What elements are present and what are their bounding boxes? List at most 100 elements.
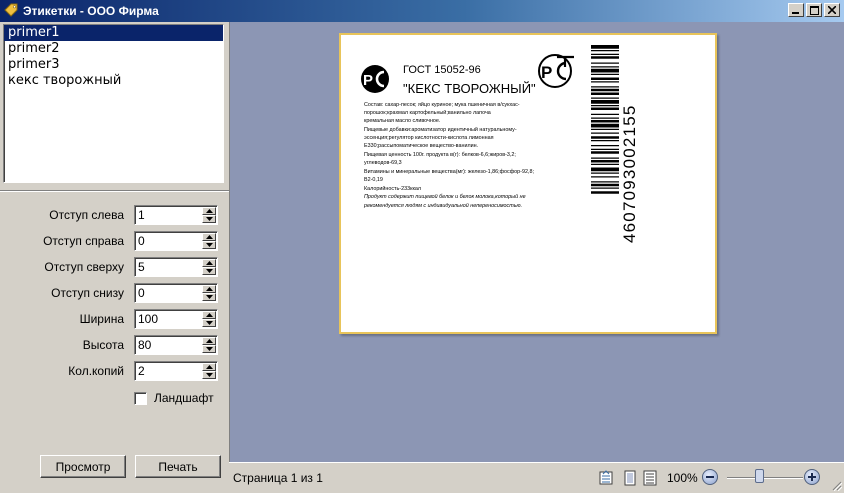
barcode-bar bbox=[591, 62, 619, 64]
width-row: Ширина bbox=[0, 309, 229, 329]
composition-line: Пищевая ценность 100г. продукта в(г): бе… bbox=[364, 152, 516, 158]
list-item[interactable]: primer3 bbox=[4, 57, 223, 73]
zoom-out-button[interactable] bbox=[702, 469, 718, 485]
resize-grip-icon[interactable] bbox=[831, 480, 842, 491]
spin-down-button[interactable] bbox=[202, 215, 216, 223]
spin-down-button[interactable] bbox=[202, 319, 216, 327]
barcode-bar bbox=[591, 123, 619, 128]
label-page: P ГОСТ 15052-96 "КЕКС ТВОРОЖНЫЙ" P Соста… bbox=[339, 33, 717, 334]
barcode-bar bbox=[591, 107, 619, 110]
spin-up-button[interactable] bbox=[202, 207, 216, 215]
composition-block: Состав: сахар-песок; яйцо куриное; мука … bbox=[363, 101, 534, 209]
print-button[interactable]: Печать bbox=[135, 455, 221, 478]
zoom-slider-track[interactable] bbox=[727, 477, 803, 479]
barcode-bar bbox=[591, 73, 619, 75]
preview-button[interactable]: Просмотр bbox=[40, 455, 126, 478]
copies-input[interactable] bbox=[138, 364, 200, 378]
arrow-down-icon bbox=[205, 295, 213, 299]
barcode-bar bbox=[591, 105, 619, 107]
single-page-icon[interactable] bbox=[623, 470, 637, 486]
landscape-checkbox[interactable] bbox=[134, 391, 147, 405]
barcode-bar bbox=[591, 120, 619, 123]
barcode-bar bbox=[591, 183, 619, 187]
spin-up-button[interactable] bbox=[202, 233, 216, 241]
arrow-up-icon bbox=[205, 287, 213, 291]
spin-down-button[interactable] bbox=[202, 267, 216, 275]
minus-icon bbox=[706, 476, 714, 478]
barcode-bar bbox=[591, 167, 619, 172]
composition-line: Пищевые добавки:ароматизатор идентичный … bbox=[364, 126, 517, 133]
arrow-up-icon bbox=[205, 313, 213, 317]
spin-down-button[interactable] bbox=[202, 371, 216, 379]
page-width-icon[interactable] bbox=[643, 470, 657, 486]
landscape-label: Ландшафт bbox=[154, 391, 214, 405]
list-item[interactable]: primer1 bbox=[4, 25, 223, 41]
label-list[interactable]: primer1 primer2 primer3 кекс творожный bbox=[3, 24, 224, 183]
margin-left-row: Отступ слева bbox=[0, 205, 229, 225]
title-bar: Этикетки - ООО Фирма bbox=[0, 0, 844, 22]
composition-line: эссенция;регулятор кислотности-кислота л… bbox=[364, 135, 494, 141]
width-stepper bbox=[134, 309, 218, 329]
barcode-bar bbox=[591, 50, 619, 52]
barcode-bar bbox=[591, 100, 619, 104]
spin-up-button[interactable] bbox=[202, 285, 216, 293]
arrow-down-icon bbox=[205, 347, 213, 351]
arrow-up-icon bbox=[205, 261, 213, 265]
width-input[interactable] bbox=[138, 312, 200, 326]
barcode-bar bbox=[591, 66, 619, 68]
arrow-up-icon bbox=[205, 235, 213, 239]
window-controls bbox=[788, 3, 840, 17]
composition-line: В2-0,19 bbox=[364, 177, 383, 183]
spin-up-button[interactable] bbox=[202, 337, 216, 345]
landscape-option[interactable]: Ландшафт bbox=[134, 390, 214, 406]
margin-top-input[interactable] bbox=[138, 260, 200, 274]
arrow-up-icon bbox=[205, 339, 213, 343]
label-canvas: P ГОСТ 15052-96 "КЕКС ТВОРОЖНЫЙ" P Соста… bbox=[361, 45, 639, 243]
zoom-slider-thumb[interactable] bbox=[755, 469, 764, 483]
spin-down-button[interactable] bbox=[202, 345, 216, 353]
margin-bottom-input[interactable] bbox=[138, 286, 200, 300]
window-title: Этикетки - ООО Фирма bbox=[23, 4, 159, 18]
fit-page-icon[interactable] bbox=[599, 470, 613, 486]
arrow-up-icon bbox=[205, 209, 213, 213]
height-input[interactable] bbox=[138, 338, 200, 352]
spin-down-button[interactable] bbox=[202, 241, 216, 249]
arrow-down-icon bbox=[205, 217, 213, 221]
zoom-level: 100% bbox=[667, 471, 698, 485]
close-button[interactable] bbox=[824, 3, 840, 17]
margin-left-label: Отступ слева bbox=[49, 208, 124, 222]
spin-up-button[interactable] bbox=[202, 363, 216, 371]
barcode-bar bbox=[591, 113, 619, 115]
list-item[interactable]: кекс творожный bbox=[4, 73, 223, 89]
spin-up-button[interactable] bbox=[202, 259, 216, 267]
zoom-in-button[interactable] bbox=[804, 469, 820, 485]
barcode-bar bbox=[591, 148, 619, 150]
height-label: Высота bbox=[82, 338, 124, 352]
svg-text:P: P bbox=[541, 63, 552, 82]
margin-right-input[interactable] bbox=[138, 234, 200, 248]
margin-left-input[interactable] bbox=[138, 208, 200, 222]
barcode-bar bbox=[591, 81, 619, 83]
plus-icon bbox=[808, 473, 816, 481]
tag-icon bbox=[4, 3, 18, 17]
spin-up-button[interactable] bbox=[202, 311, 216, 319]
note-line: рекомендуется людям с индивидуальной неп… bbox=[363, 202, 522, 209]
margin-top-row: Отступ сверху bbox=[0, 257, 229, 277]
margin-right-stepper bbox=[134, 231, 218, 251]
list-item[interactable]: primer2 bbox=[4, 41, 223, 57]
status-bar: Страница 1 из 1 100% bbox=[229, 462, 844, 493]
spin-down-button[interactable] bbox=[202, 293, 216, 301]
maximize-button[interactable] bbox=[806, 3, 822, 17]
margin-left-stepper bbox=[134, 205, 218, 225]
barcode-bar bbox=[591, 181, 619, 183]
minimize-button[interactable] bbox=[788, 3, 804, 17]
copies-label: Кол.копий bbox=[68, 364, 124, 378]
barcode-bar bbox=[591, 172, 619, 174]
composition-line: порошок;крахмал картофельный;ванильно ла… bbox=[364, 109, 491, 116]
preview-area: P ГОСТ 15052-96 "КЕКС ТВОРОЖНЫЙ" P Соста… bbox=[229, 22, 844, 462]
barcode-bar bbox=[591, 132, 619, 134]
minimize-icon bbox=[792, 12, 799, 14]
margin-top-stepper bbox=[134, 257, 218, 277]
barcode-bar bbox=[591, 191, 619, 194]
barcode-bar bbox=[591, 176, 619, 178]
